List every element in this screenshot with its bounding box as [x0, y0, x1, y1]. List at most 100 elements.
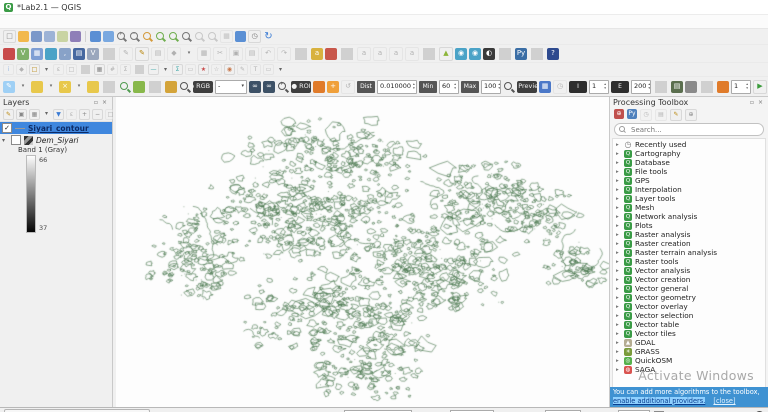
expand-arrow-icon[interactable]: ▸ [616, 295, 621, 301]
scp-rgb-grid-icon[interactable]: ▦ [539, 81, 551, 93]
layer-item-siyari-contour[interactable]: ✓ Siyari_contour [0, 122, 112, 134]
expand-arrow-icon[interactable]: ▸ [616, 187, 621, 193]
filter-legend-icon[interactable]: ▼ [53, 109, 64, 120]
scp-roi-polygon-icon[interactable] [313, 81, 325, 93]
run-feature-action-icon[interactable]: ◆ [16, 64, 27, 75]
zoom-to-selection-icon[interactable] [155, 31, 166, 42]
toggle-editing-icon[interactable]: ✎ [135, 47, 149, 61]
data-source-manager-icon[interactable] [3, 48, 15, 60]
save-layer-edits-icon[interactable]: ▤ [151, 47, 165, 61]
measure-line-icon[interactable]: — [148, 64, 159, 75]
toolbox-group-file-tools[interactable]: ▸ Q File tools [613, 167, 765, 176]
scp-dist-badge[interactable]: Dist [357, 81, 375, 93]
scp-rgb-button[interactable]: ● RGB = [193, 81, 213, 93]
scp-dist-input[interactable]: 0.010000 [377, 80, 417, 94]
annotation-dropdown-icon[interactable]: ▾ [276, 65, 285, 74]
sep[interactable] [701, 81, 713, 93]
metasearch2-icon[interactable]: ◉ [469, 48, 481, 60]
vertex-dropdown-icon[interactable]: ▾ [183, 48, 195, 60]
scp-preview-zoom-icon[interactable] [503, 81, 515, 93]
toolbox-group-grass[interactable]: ▸ ✳ GRASS [613, 347, 765, 356]
style-manager-icon[interactable] [70, 31, 81, 42]
select-by-expression-icon[interactable]: ε [53, 64, 64, 75]
toolbox-group-recently-used[interactable]: ▸ ◷ Recently used [613, 140, 765, 149]
open-attribute-table-icon[interactable]: ▦ [94, 64, 105, 75]
expand-arrow-icon[interactable]: ▸ [616, 250, 621, 256]
move-label-icon[interactable]: a [389, 47, 403, 61]
field-calculator-icon[interactable]: # [107, 64, 118, 75]
pan-map-icon[interactable] [90, 31, 101, 42]
expand-arrow-icon[interactable]: ▸ [616, 286, 621, 292]
zoom-out-icon[interactable]: − [129, 31, 140, 42]
toolbox-group-vector-selection[interactable]: ▸ Q Vector selection [613, 311, 765, 320]
scp-t-input[interactable]: 1 [589, 80, 609, 94]
scp-db-icon[interactable]: ▤ [671, 81, 683, 93]
sep[interactable] [81, 65, 90, 74]
results-viewer-icon[interactable]: ▤ [655, 109, 667, 121]
scp-clock-icon[interactable]: ◷ [553, 80, 567, 94]
add-database-layer-icon[interactable]: ▤ [73, 48, 85, 60]
toolbox-group-vector-geometry[interactable]: ▸ Q Vector geometry [613, 293, 765, 302]
scp-run-icon[interactable]: ▶ [753, 80, 767, 94]
expand-arrow-icon[interactable]: ▸ [616, 169, 621, 175]
add-group-icon[interactable] [31, 81, 43, 93]
zoom-next-icon[interactable] [207, 31, 218, 42]
sep[interactable] [85, 31, 86, 42]
layer-styling-icon[interactable]: ✎ [3, 81, 15, 93]
highlight-labels-icon[interactable]: a [373, 47, 387, 61]
filter-expression-icon[interactable]: ε [66, 109, 77, 120]
open-layer-styling-icon[interactable]: ✎ [3, 109, 14, 120]
toolbox-group-vector-overlay[interactable]: ▸ Q Vector overlay [613, 302, 765, 311]
sep[interactable] [103, 81, 115, 93]
expand-arrow-icon[interactable]: ▸ [616, 178, 621, 184]
layer-visibility-checkbox[interactable]: ✓ [2, 123, 12, 133]
expand-arrow-icon[interactable]: ▸ [616, 349, 621, 355]
zoom-in-icon[interactable]: + [116, 31, 127, 42]
styling-dropdown-icon[interactable]: ▾ [17, 81, 29, 93]
plugin-warning-icon[interactable]: ▲ [439, 47, 453, 61]
diagram-options-icon[interactable] [325, 48, 337, 60]
bookmark-icon[interactable] [235, 31, 246, 42]
form-annotation-icon[interactable]: ▭ [263, 64, 274, 75]
add-mesh-layer-icon[interactable] [45, 48, 57, 60]
refresh-icon[interactable]: ↻ [263, 31, 274, 42]
map-canvas[interactable] [116, 97, 610, 407]
group-dropdown-icon[interactable]: ▾ [45, 81, 57, 93]
scp-bandset-icon[interactable] [717, 81, 729, 93]
expand-arrow-icon[interactable]: ▸ [616, 196, 621, 202]
scp-std-stretch-icon[interactable]: ∞ [263, 81, 275, 93]
toolbox-group-quickosm[interactable]: ▸ ◎ QuickOSM [613, 356, 765, 365]
expand-arrow-icon[interactable]: ▸ [616, 322, 621, 328]
python-console-icon[interactable]: Py [515, 48, 527, 60]
undo-icon[interactable]: ↶ [261, 47, 275, 61]
sep[interactable] [103, 48, 115, 60]
scp-dock-icon[interactable] [165, 81, 177, 93]
statistical-summary-icon[interactable]: Σ [120, 64, 131, 75]
toolbox-group-layer-tools[interactable]: ▸ Q Layer tools [613, 194, 765, 203]
web-globe-icon[interactable]: ◐ [483, 48, 495, 60]
add-raster-layer-icon[interactable]: ▦ [31, 48, 43, 60]
sep[interactable] [499, 48, 511, 60]
scp-e-input[interactable]: 200 [631, 80, 651, 94]
expand-arrow-icon[interactable]: ▸ [616, 214, 621, 220]
save-template-icon[interactable] [57, 31, 68, 42]
history-icon[interactable]: ◷ [640, 109, 652, 121]
add-group-icon[interactable]: ▣ [16, 109, 27, 120]
close-banner-link[interactable]: [close] [713, 397, 735, 405]
temporal-controller-icon[interactable]: ◷ [248, 30, 261, 43]
pan-to-selection-icon[interactable] [103, 31, 114, 42]
scp-undo-icon[interactable]: ↺ [341, 80, 355, 94]
label-options-icon[interactable]: a [311, 48, 323, 60]
toolbox-group-raster-terrain-analysis[interactable]: ▸ Q Raster terrain analysis [613, 248, 765, 257]
toolbox-group-network-analysis[interactable]: ▸ Q Network analysis [613, 212, 765, 221]
sep[interactable] [295, 48, 307, 60]
pin-labels-icon[interactable]: a [357, 47, 371, 61]
collapse-all-icon[interactable]: − [92, 109, 103, 120]
scp-cumulative-stretch-icon[interactable]: ∞ [249, 81, 261, 93]
expand-arrow-icon[interactable]: ▸ [616, 304, 621, 310]
scp-min-badge[interactable]: Min [419, 81, 437, 93]
delete-selected-icon[interactable]: ▦ [197, 47, 211, 61]
zoom-last-icon[interactable] [194, 31, 205, 42]
sep[interactable] [341, 48, 353, 60]
scp-e-badge[interactable]: E [611, 81, 629, 93]
